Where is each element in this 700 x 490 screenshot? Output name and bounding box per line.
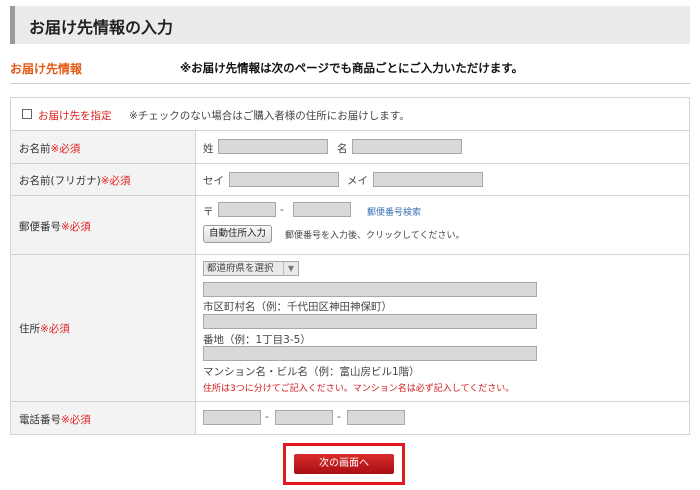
postal-prefix: 〒 [203, 206, 214, 218]
section-label: お届け先情報 [10, 62, 83, 76]
designate-label[interactable]: お届け先を指定 [38, 108, 112, 123]
chevron-down-icon: ▼ [283, 262, 298, 275]
auto-address-hint: 郵便番号を入力後、クリックしてください。 [285, 231, 465, 241]
last-name-label: 姓 [203, 143, 214, 155]
required-mark: ※必須 [100, 175, 131, 187]
required-mark: ※必須 [40, 323, 70, 335]
last-kana-label: セイ [203, 175, 224, 187]
next-button[interactable]: 次の画面へ [294, 454, 394, 474]
address-label-cell: 住所※必須 [11, 255, 196, 401]
address-note: 住所は3つに分けてご記入ください。マンション名は必ず記入してください。 [203, 384, 515, 394]
postal-row: 郵便番号※必須 〒 - 郵便番号検索 自動住所入力 郵便番号を入力後、クリックし… [11, 196, 689, 255]
postal-lookup-link[interactable]: 郵便番号検索 [367, 205, 421, 218]
name-label: お名前 [19, 143, 51, 155]
last-kana-input[interactable] [229, 172, 339, 187]
building-input[interactable] [203, 346, 537, 361]
page-title-bar: お届け先情報の入力 [10, 6, 690, 44]
postal-code-second-input[interactable] [293, 202, 351, 217]
designate-checkbox[interactable] [22, 109, 32, 119]
auto-address-button[interactable]: 自動住所入力 [203, 225, 273, 243]
address-row: 住所※必須 都道府県を選択 ▼ 市区町村名（例：千代田区神田神保町） 番地（例：… [11, 255, 689, 402]
phone-second-input[interactable] [275, 410, 333, 425]
postal-code-first-input[interactable] [218, 202, 276, 217]
required-mark: ※必須 [50, 143, 81, 155]
first-kana-label: メイ [347, 175, 368, 187]
kana-label-cell: お名前(フリガナ)※必須 [11, 164, 196, 195]
next-button-highlight: 次の画面へ [283, 443, 405, 485]
last-name-input[interactable] [218, 139, 328, 154]
city-caption: 市区町村名（例：千代田区神田神保町） [203, 301, 392, 313]
postal-separator: - [280, 204, 284, 216]
block-input[interactable] [203, 314, 537, 329]
first-kana-input[interactable] [373, 172, 483, 187]
phone-separator: - [337, 411, 341, 423]
designate-row: お届け先を指定 ※チェックのない場合はご購入者様の住所にお届けします。 [11, 98, 689, 131]
phone-row: 電話番号※必須 - - [11, 402, 689, 434]
name-label-cell: お名前※必須 [11, 131, 196, 163]
required-mark: ※必須 [61, 414, 91, 426]
phone-label: 電話番号 [19, 414, 61, 426]
page-title: お届け先情報の入力 [29, 18, 174, 37]
phone-third-input[interactable] [347, 410, 405, 425]
building-caption: マンション名・ビル名（例：富山房ビル1階） [203, 366, 420, 378]
first-name-input[interactable] [352, 139, 462, 154]
address-label: 住所 [19, 323, 40, 335]
postal-label-cell: 郵便番号※必須 [11, 196, 196, 254]
kana-row: お名前(フリガナ)※必須 セイ メイ [11, 164, 689, 196]
phone-separator: - [265, 411, 269, 423]
postal-label: 郵便番号 [19, 221, 61, 233]
phone-label-cell: 電話番号※必須 [11, 402, 196, 434]
section-note: ※お届け先情報は次のページでも商品ごとにご入力いただけます。 [180, 61, 524, 75]
delivery-form: お届け先を指定 ※チェックのない場合はご購入者様の住所にお届けします。 お名前※… [10, 97, 690, 435]
divider [10, 83, 690, 84]
first-name-label: 名 [337, 143, 348, 155]
required-mark: ※必須 [61, 221, 91, 233]
prefecture-selected-value: 都道府県を選択 [207, 263, 274, 274]
designate-note: ※チェックのない場合はご購入者様の住所にお届けします。 [129, 110, 410, 122]
city-input[interactable] [203, 282, 537, 297]
block-caption: 番地（例：1丁目3-5） [203, 334, 311, 346]
phone-first-input[interactable] [203, 410, 261, 425]
name-row: お名前※必須 姓 名 [11, 131, 689, 164]
prefecture-select[interactable]: 都道府県を選択 ▼ [203, 261, 299, 276]
kana-label: お名前(フリガナ) [19, 175, 101, 187]
